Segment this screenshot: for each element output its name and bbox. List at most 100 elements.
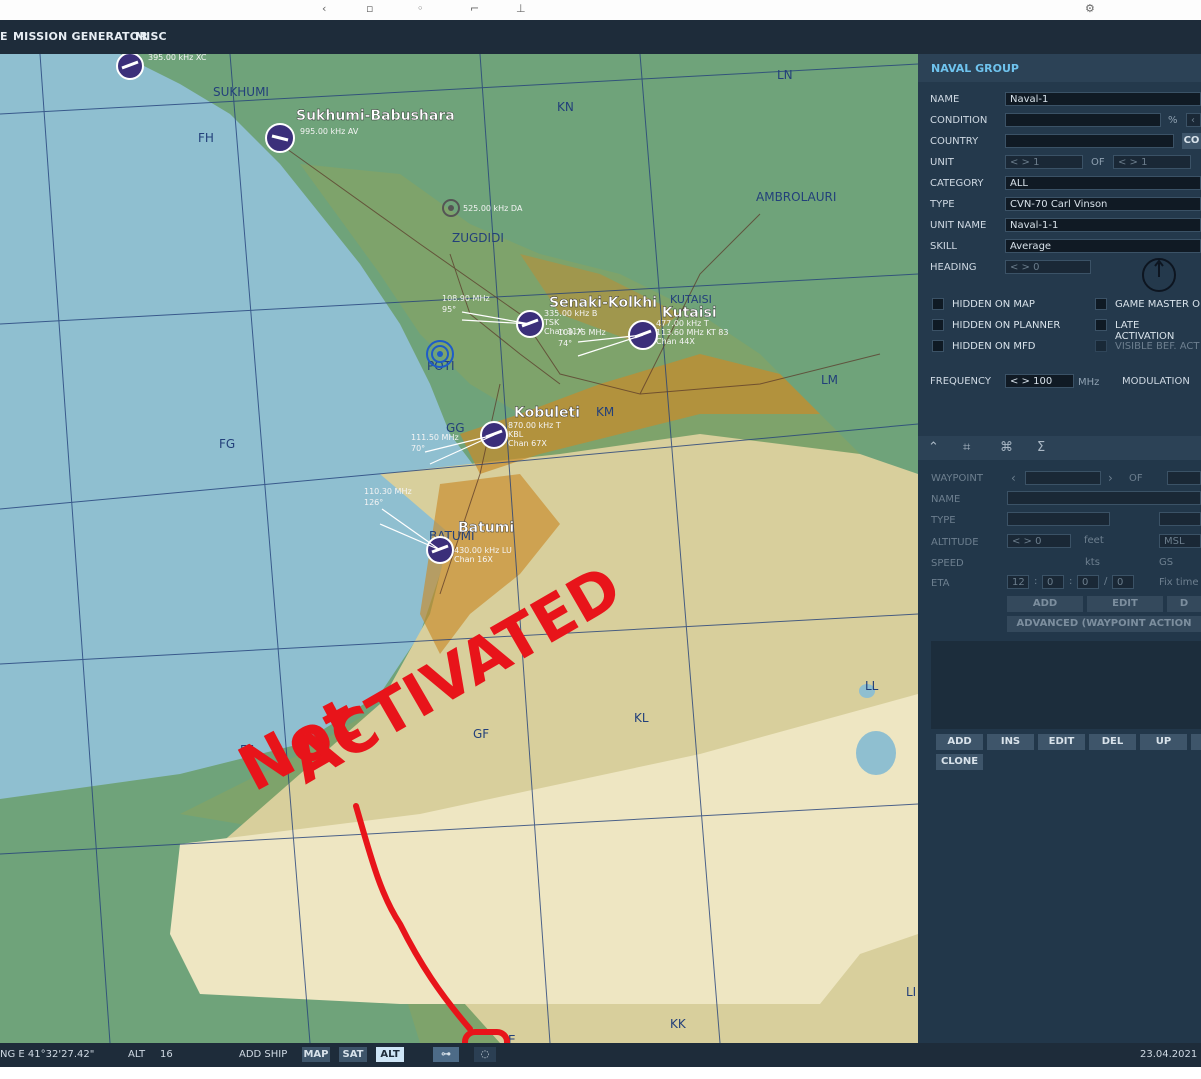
hidden-on-map-label: HIDDEN ON MAP: [952, 299, 1035, 310]
wp-type-label: TYPE: [931, 515, 956, 526]
hidden-on-mfd-label: HIDDEN ON MFD: [952, 341, 1036, 352]
hidden-on-planner-label: HIDDEN ON PLANNER: [952, 320, 1061, 331]
type-select[interactable]: CVN-70 Carl Vinson: [1005, 197, 1201, 211]
waypoint-label: WAYPOINT: [931, 473, 983, 484]
country-select[interactable]: [1005, 134, 1174, 148]
route-tab-icon[interactable]: ⌃: [928, 440, 939, 455]
wp-name-label: NAME: [931, 494, 961, 505]
airbase-icon[interactable]: [116, 54, 144, 80]
menu-item-misc[interactable]: MISC: [135, 30, 167, 43]
list-edit-button[interactable]: EDIT: [1038, 734, 1085, 750]
list-up-button[interactable]: UP: [1140, 734, 1187, 750]
beacon-text: 525.00 kHz DA: [463, 204, 523, 213]
waypoint-select[interactable]: [1025, 471, 1101, 485]
wp-altitude-type[interactable]: MSL: [1159, 534, 1201, 548]
beacon-text: 870.00 kHz T: [508, 421, 561, 430]
save-icon[interactable]: ▫: [366, 2, 373, 15]
visible-before-activation-checkbox[interactable]: [1095, 340, 1107, 352]
pin-icon[interactable]: ⌐: [470, 2, 479, 15]
menu-bar: E MISSION GENERATOR MISC: [0, 20, 1201, 54]
eta-day-field[interactable]: 12: [1007, 575, 1029, 589]
wp-del-button[interactable]: D: [1167, 596, 1201, 612]
heading-stepper[interactable]: < > 0: [1005, 260, 1091, 274]
name-field[interactable]: Naval-1: [1005, 92, 1201, 106]
condition-field[interactable]: [1005, 113, 1161, 127]
airbase-name: Sukhumi-Babushara: [296, 108, 455, 124]
sat-mode-button[interactable]: SAT: [339, 1047, 367, 1062]
list-del-button[interactable]: DEL: [1089, 734, 1136, 750]
menu-item-mission-generator[interactable]: MISSION GENERATOR: [13, 30, 148, 43]
skill-select[interactable]: Average: [1005, 239, 1201, 253]
game-master-checkbox[interactable]: [1095, 298, 1107, 310]
eta-hour-field[interactable]: 0: [1042, 575, 1064, 589]
ruler-tool-icon[interactable]: ⊶: [433, 1047, 459, 1062]
unit-total-stepper[interactable]: < > 1: [1113, 155, 1191, 169]
category-label: CATEGORY: [930, 178, 984, 189]
window-title-strip: ‹ ▫ ◦ ⌐ ⊥ ⚙: [0, 0, 1201, 20]
heading-dial-icon[interactable]: [1140, 256, 1178, 294]
settings-icon[interactable]: ⚙: [1085, 2, 1095, 15]
back-icon[interactable]: ‹: [322, 2, 326, 15]
alt-mode-button[interactable]: ALT: [376, 1047, 404, 1062]
list-add-button[interactable]: ADD: [936, 734, 983, 750]
beacon-text: 477.00 kHz T: [656, 319, 709, 328]
grid-label: KN: [557, 100, 574, 114]
airbase-icon[interactable]: [265, 123, 295, 153]
wp-type-select[interactable]: [1007, 512, 1110, 526]
beacon-text: Chan 44X: [656, 337, 695, 346]
map-view[interactable]: SUKHUMI ZUGDIDI AMBROLAURI KUTAISI POTI …: [0, 54, 918, 1043]
beacon-text: 113.60 MHz KT 83: [656, 328, 728, 337]
modulation-label: MODULATION: [1122, 376, 1190, 387]
grid-label: LI: [906, 985, 916, 999]
beacon-text: 995.00 kHz AV: [300, 127, 359, 136]
ils-freq: 110.30 MHz: [364, 487, 412, 496]
ils-heading: 74°: [558, 339, 572, 348]
eta-separator: :: [1069, 576, 1073, 587]
unit-name-label: UNIT NAME: [930, 220, 987, 231]
unit-label: UNIT: [930, 157, 954, 168]
payload-tab-icon[interactable]: ⌘: [1000, 440, 1013, 455]
advanced-waypoint-actions-button[interactable]: ADVANCED (WAYPOINT ACTION: [1007, 616, 1201, 632]
ils-heading: 95°: [442, 305, 456, 314]
lock-tool-icon[interactable]: ◌: [474, 1047, 496, 1062]
wp-edit-button[interactable]: EDIT: [1087, 596, 1163, 612]
summary-tab-icon[interactable]: Σ: [1037, 440, 1045, 455]
hidden-on-planner-checkbox[interactable]: [932, 319, 944, 331]
beacon-text: 335.00 kHz B: [544, 309, 597, 318]
waypoint-list[interactable]: [931, 641, 1201, 729]
wp-type-extra[interactable]: [1159, 512, 1201, 526]
late-activation-checkbox[interactable]: [1095, 319, 1107, 331]
country-button[interactable]: CO: [1182, 133, 1201, 149]
panel-title: NAVAL GROUP: [931, 62, 1019, 75]
waypoint-next-icon[interactable]: ›: [1108, 471, 1113, 485]
eta-separator: :: [1034, 576, 1038, 587]
list-ins-button[interactable]: INS: [987, 734, 1034, 750]
list-down-button[interactable]: [1191, 734, 1201, 750]
triggers-tab-icon[interactable]: ⌗: [963, 440, 970, 455]
wp-name-field[interactable]: [1007, 491, 1201, 505]
waypoint-prev-icon[interactable]: ‹: [1011, 471, 1016, 485]
export-icon[interactable]: ⊥: [516, 2, 526, 15]
beacon-text: 395.00 kHz XC: [148, 54, 207, 62]
city-label: AMBROLAURI: [756, 190, 836, 204]
frequency-stepper[interactable]: < > 100: [1005, 374, 1074, 388]
menu-item-e[interactable]: E: [0, 30, 8, 43]
eta-sec-field[interactable]: 0: [1112, 575, 1134, 589]
category-select[interactable]: ALL: [1005, 176, 1201, 190]
beacon-text: Chan 16X: [454, 555, 493, 564]
game-master-label: GAME MASTER O: [1115, 299, 1200, 310]
unit-name-field[interactable]: Naval-1-1: [1005, 218, 1201, 232]
eta-min-field[interactable]: 0: [1077, 575, 1099, 589]
wp-altitude-stepper[interactable]: < > 0: [1007, 534, 1071, 548]
wp-altitude-label: ALTITUDE: [931, 537, 979, 548]
unit-current-stepper[interactable]: < > 1: [1005, 155, 1083, 169]
condition-stepper[interactable]: ‹: [1186, 113, 1201, 127]
type-label: TYPE: [930, 199, 955, 210]
hidden-on-map-checkbox[interactable]: [932, 298, 944, 310]
map-mode-button[interactable]: MAP: [302, 1047, 330, 1062]
wp-add-button[interactable]: ADD: [1007, 596, 1083, 612]
undo-icon[interactable]: ◦: [417, 2, 424, 15]
hidden-on-mfd-checkbox[interactable]: [932, 340, 944, 352]
grid-label: GF: [473, 727, 489, 741]
list-clone-button[interactable]: CLONE: [936, 754, 983, 770]
